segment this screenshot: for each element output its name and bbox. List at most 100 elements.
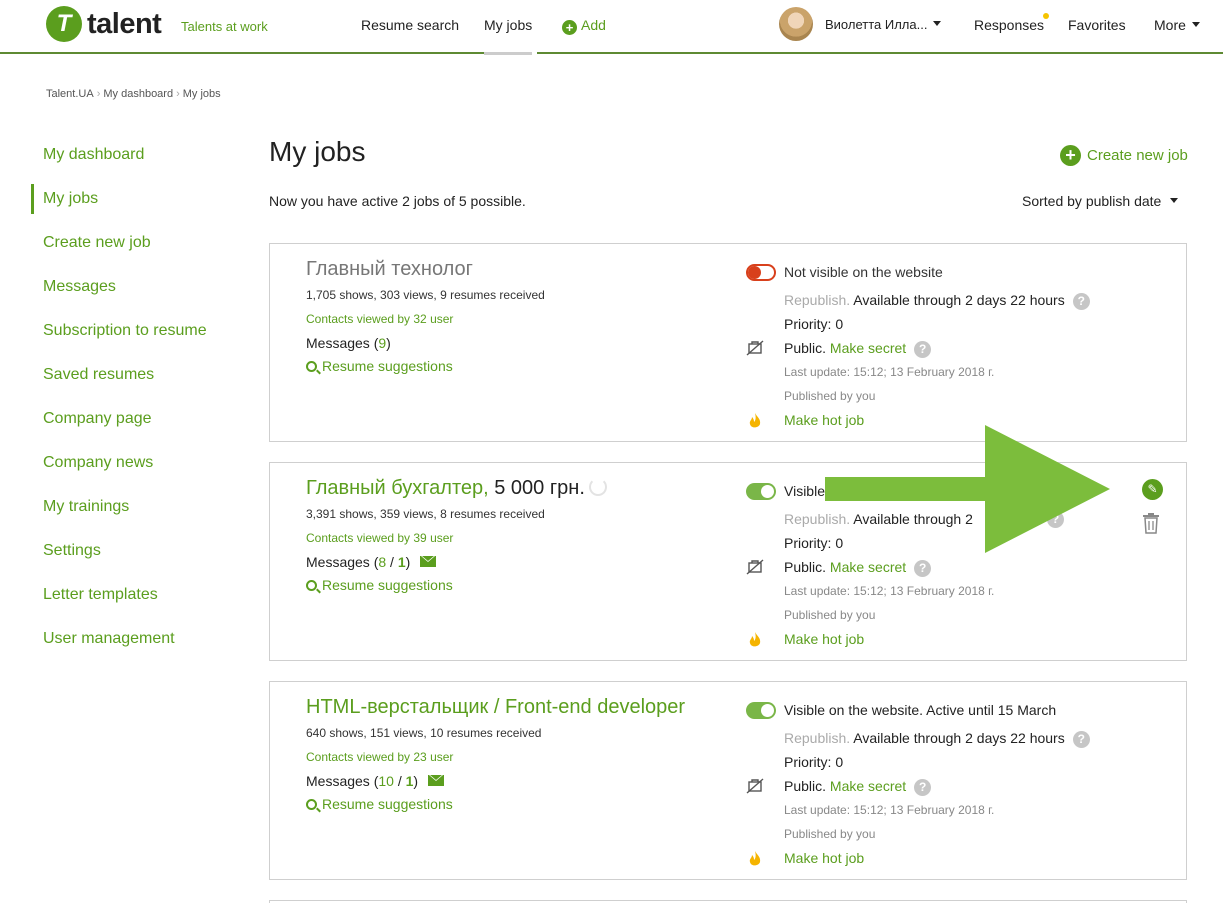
notification-dot-icon <box>1043 13 1049 19</box>
nav-add-label: Add <box>581 17 606 33</box>
eye-slash-icon <box>746 778 764 794</box>
messages-label: Messages <box>306 773 370 789</box>
last-update: Last update: 15:12; 13 February 2018 г. <box>784 803 995 817</box>
sort-dropdown[interactable]: Sorted by publish date <box>1022 193 1179 209</box>
visibility-toggle[interactable] <box>746 702 776 719</box>
visibility-status: Visible on the website. Active until 15 … <box>784 702 1057 718</box>
top-navigation-bar: T talent Talents at work Resume search M… <box>0 0 1223 54</box>
available-through: Available through 2 days 22 hours <box>853 292 1065 308</box>
messages-close: ) <box>413 773 419 789</box>
help-icon[interactable]: ? <box>914 779 932 796</box>
messages-link[interactable]: Messages (10 / 1) <box>306 773 746 789</box>
republish-link[interactable]: Republish. <box>784 292 850 308</box>
make-hot-job-link[interactable]: Make hot job <box>784 631 864 647</box>
make-secret-link[interactable]: Make secret <box>830 559 906 575</box>
help-icon[interactable]: ? <box>1072 731 1090 748</box>
nav-my-jobs[interactable]: My jobs <box>484 17 532 33</box>
sidebar-item-my-jobs[interactable]: My jobs <box>31 184 241 214</box>
search-icon <box>306 799 317 810</box>
available-through: Available through 2 days 22 hours <box>853 730 1065 746</box>
nav-responses[interactable]: Responses <box>974 17 1044 33</box>
visibility-status: Visible <box>784 483 825 499</box>
resume-suggestions-link[interactable]: Resume suggestions <box>306 796 746 812</box>
visibility-toggle[interactable] <box>746 483 776 500</box>
flame-icon <box>749 413 761 428</box>
job-title[interactable]: HTML-верстальщик / Front-end developer <box>306 696 746 719</box>
messages-sep: / <box>386 554 398 570</box>
make-secret-link[interactable]: Make secret <box>830 340 906 356</box>
messages-new: 1 <box>397 554 406 570</box>
messages-link[interactable]: Messages (9) <box>306 335 746 351</box>
last-update: Last update: 15:12; 13 February 2018 г. <box>784 584 995 598</box>
public-label: Public. <box>784 340 827 356</box>
nav-more[interactable]: More <box>1154 17 1200 33</box>
page-title: My jobs <box>269 136 366 167</box>
make-secret-link[interactable]: Make secret <box>830 778 906 794</box>
breadcrumb-dashboard[interactable]: My dashboard <box>103 88 173 100</box>
sidebar-item-company-page[interactable]: Company page <box>31 404 241 448</box>
messages-link[interactable]: Messages (8 / 1) <box>306 554 746 570</box>
sidebar-item-my-trainings[interactable]: My trainings <box>31 492 241 536</box>
help-icon[interactable]: ? <box>1072 293 1090 310</box>
user-name: Виолетта Илла... <box>825 17 928 32</box>
make-hot-job-link[interactable]: Make hot job <box>784 850 864 866</box>
messages-label: Messages <box>306 335 370 351</box>
help-icon[interactable]: ? <box>914 560 932 577</box>
job-actions: ✎ <box>1142 479 1164 539</box>
contacts-viewed-link[interactable]: Contacts viewed by 32 user <box>306 312 746 326</box>
contacts-viewed-link[interactable]: Contacts viewed by 23 user <box>306 750 746 764</box>
trash-icon[interactable] <box>1142 512 1160 534</box>
logo[interactable]: T talent <box>46 6 162 42</box>
job-title[interactable]: Главный технолог <box>306 258 746 281</box>
sidebar-item-messages[interactable]: Messages <box>31 272 241 316</box>
user-menu[interactable]: Виолетта Илла... <box>825 17 942 32</box>
breadcrumb-talent[interactable]: Talent.UA <box>46 88 94 100</box>
priority: Priority: 0 <box>784 316 844 332</box>
search-icon <box>306 580 317 591</box>
breadcrumb: Talent.UA › My dashboard › My jobs <box>46 88 221 100</box>
messages-count: 9 <box>378 335 387 351</box>
last-update: Last update: 15:12; 13 February 2018 г. <box>784 365 995 379</box>
republish-link[interactable]: Republish. <box>784 730 850 746</box>
tagline: Talents at work <box>181 19 268 34</box>
envelope-icon <box>420 556 437 567</box>
job-salary: 5 000 грн. <box>494 477 585 499</box>
sidebar-item-settings[interactable]: Settings <box>31 536 241 580</box>
public-label: Public. <box>784 559 827 575</box>
resume-suggestions-link[interactable]: Resume suggestions <box>306 358 746 374</box>
sidebar-item-subscription[interactable]: Subscription to resume <box>31 316 241 360</box>
chevron-down-icon <box>933 21 942 26</box>
job-stats: 1,705 shows, 303 views, 9 resumes receiv… <box>306 288 545 302</box>
visibility-toggle[interactable] <box>746 264 776 281</box>
avatar[interactable] <box>779 7 813 41</box>
plus-icon: + <box>562 20 577 35</box>
contacts-viewed-link[interactable]: Contacts viewed by 39 user <box>306 531 746 545</box>
job-stats: 3,391 shows, 359 views, 8 resumes receiv… <box>306 507 545 521</box>
sidebar-item-company-news[interactable]: Company news <box>31 448 241 492</box>
messages-count: 10 <box>378 773 394 789</box>
nav-favorites[interactable]: Favorites <box>1068 17 1126 33</box>
resume-suggestions-link[interactable]: Resume suggestions <box>306 577 746 593</box>
create-new-job-button[interactable]: + Create new job <box>1060 145 1188 166</box>
sidebar-item-my-dashboard[interactable]: My dashboard <box>31 140 241 184</box>
published-by: Published by you <box>784 827 876 841</box>
plus-circle-icon: + <box>1060 145 1081 166</box>
resume-suggestions-label: Resume suggestions <box>322 577 453 593</box>
sidebar-item-saved-resumes[interactable]: Saved resumes <box>31 360 241 404</box>
chevron-right-icon: › <box>176 88 180 100</box>
nav-resume-search[interactable]: Resume search <box>361 17 459 33</box>
job-stats: 640 shows, 151 views, 10 resumes receive… <box>306 726 542 740</box>
flame-icon <box>749 632 761 647</box>
messages-sep: / <box>393 773 406 789</box>
sidebar-item-create-new-job[interactable]: Create new job <box>31 228 241 272</box>
active-jobs-info: Now you have active 2 jobs of 5 possible… <box>269 193 526 209</box>
resume-suggestions-label: Resume suggestions <box>322 358 453 374</box>
job-title[interactable]: Главный бухгалтер, 5 000 грн. <box>306 477 746 500</box>
sidebar-item-letter-templates[interactable]: Letter templates <box>31 580 241 624</box>
edit-pencil-icon[interactable]: ✎ <box>1142 479 1163 500</box>
flame-icon <box>749 851 761 866</box>
nav-add[interactable]: + Add <box>562 17 606 35</box>
messages-label: Messages <box>306 554 370 570</box>
help-icon[interactable]: ? <box>914 341 932 358</box>
sidebar-item-user-management[interactable]: User management <box>31 624 241 668</box>
